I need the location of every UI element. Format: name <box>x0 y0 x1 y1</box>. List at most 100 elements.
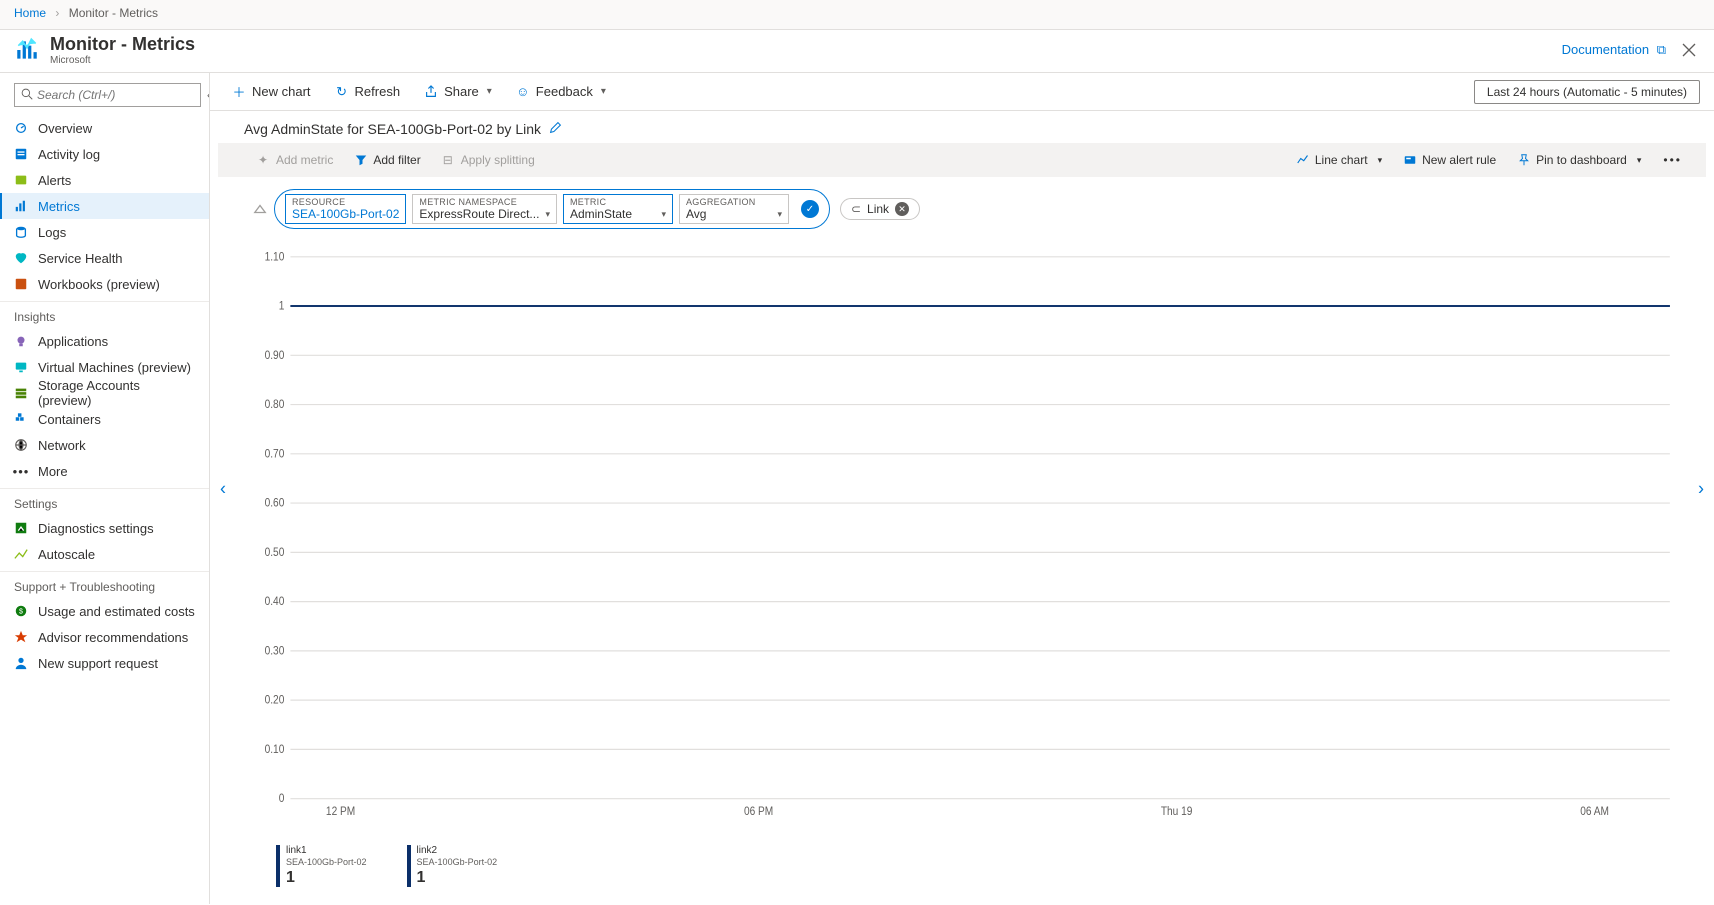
refresh-icon: ↻ <box>335 85 349 99</box>
chevron-down-icon: ▾ <box>545 209 550 220</box>
sidebar-item-new-support-request[interactable]: New support request <box>0 650 209 676</box>
legend-item-link2[interactable]: link2SEA-100Gb-Port-021 <box>407 845 498 887</box>
prev-chart-button[interactable]: ‹ <box>212 470 234 507</box>
more-icon: ••• <box>14 464 28 478</box>
share-button[interactable]: Share ▾ <box>416 80 500 103</box>
add-filter-button[interactable]: Add filter <box>349 149 426 171</box>
split-by-pill[interactable]: ⊂ Link ✕ <box>840 198 920 220</box>
sidebar-item-overview[interactable]: Overview <box>0 115 209 141</box>
line-chart-icon <box>1297 154 1309 166</box>
nav-label: Network <box>38 438 86 453</box>
feedback-icon: ☺ <box>516 85 530 99</box>
search-icon <box>21 88 33 103</box>
pin-icon <box>1518 154 1530 166</box>
svg-text:1.10: 1.10 <box>265 251 285 264</box>
chart-legend: link1SEA-100Gb-Port-021 link2SEA-100Gb-Po… <box>260 837 1680 897</box>
svg-text:$: $ <box>19 609 23 616</box>
sidebar-item-more[interactable]: ••• More <box>0 458 209 484</box>
remove-split-button[interactable]: ✕ <box>895 202 909 216</box>
metrics-icon <box>14 199 28 213</box>
blade-subtitle: Microsoft <box>50 55 1562 66</box>
line-chart: 00.100.200.300.400.500.600.700.800.9011.… <box>260 245 1680 834</box>
main-pane: ＋ New chart ↻ Refresh Share ▾ ☺ Feedback… <box>210 73 1714 904</box>
sidebar-item-virtual-machines-preview-[interactable]: Virtual Machines (preview) <box>0 354 209 380</box>
sidebar-item-metrics[interactable]: Metrics <box>0 193 209 219</box>
edit-title-button[interactable] <box>549 121 562 137</box>
pin-button[interactable]: Pin to dashboard ▾ <box>1512 149 1647 171</box>
svg-text:0.50: 0.50 <box>265 546 285 559</box>
nav-label: Logs <box>38 225 66 240</box>
sidebar-item-activity-log[interactable]: Activity log <box>0 141 209 167</box>
nav-label: Containers <box>38 412 101 427</box>
new-chart-button[interactable]: ＋ New chart <box>224 80 319 103</box>
svg-text:0: 0 <box>279 793 285 806</box>
search-input[interactable] <box>37 88 194 102</box>
next-chart-button[interactable]: › <box>1690 470 1712 507</box>
blade-header: Monitor - Metrics Microsoft Documentatio… <box>0 30 1714 73</box>
storage-icon <box>14 386 28 400</box>
svg-text:Thu 19: Thu 19 <box>1161 806 1193 819</box>
nav-label: Alerts <box>38 173 71 188</box>
sidebar: « OverviewActivity logAlertsMetricsLogsS… <box>0 73 210 904</box>
sidebar-item-diagnostics-settings[interactable]: Diagnostics settings <box>0 515 209 541</box>
aggregation-selector[interactable]: AGGREGATION Avg▾ <box>679 194 789 224</box>
support-icon <box>14 656 28 670</box>
breadcrumb-home[interactable]: Home <box>14 6 46 20</box>
chevron-down-icon: ▾ <box>777 209 782 220</box>
sidebar-item-autoscale[interactable]: Autoscale <box>0 541 209 567</box>
nav-label: Applications <box>38 334 108 349</box>
feedback-button[interactable]: ☺ Feedback ▾ <box>508 80 614 103</box>
svg-text:0.10: 0.10 <box>265 743 285 756</box>
chevron-down-icon: ▾ <box>661 209 666 220</box>
nav-label: Metrics <box>38 199 80 214</box>
breadcrumb-separator: › <box>55 6 59 20</box>
metric-selector[interactable]: METRIC AdminState▾ <box>563 194 673 224</box>
search-box[interactable] <box>14 83 201 107</box>
sidebar-item-advisor-recommendations[interactable]: Advisor recommendations <box>0 624 209 650</box>
documentation-link[interactable]: Documentation ⧉ <box>1562 42 1666 58</box>
nav-label: More <box>38 464 68 479</box>
nav-label: Storage Accounts (preview) <box>38 378 195 408</box>
resource-selector[interactable]: RESOURCE SEA-100Gb-Port-02 <box>285 194 406 224</box>
more-options-button[interactable]: ••• <box>1657 149 1688 171</box>
svg-text:0.80: 0.80 <box>265 398 285 411</box>
new-alert-button[interactable]: New alert rule <box>1398 149 1502 171</box>
apply-splitting-button[interactable]: ⊟ Apply splitting <box>437 149 541 171</box>
support-header: Support + Troubleshooting <box>0 571 209 598</box>
nav-label: New support request <box>38 656 158 671</box>
settings-header: Settings <box>0 488 209 515</box>
time-range-button[interactable]: Last 24 hours (Automatic - 5 minutes) <box>1474 80 1700 104</box>
nav-label: Activity log <box>38 147 100 162</box>
sidebar-item-workbooks-preview-[interactable]: Workbooks (preview) <box>0 271 209 297</box>
sidebar-item-storage-accounts-preview-[interactable]: Storage Accounts (preview) <box>0 380 209 406</box>
sidebar-item-containers[interactable]: Containers <box>0 406 209 432</box>
sidebar-item-applications[interactable]: Applications <box>0 328 209 354</box>
chevron-down-icon: ▾ <box>1378 155 1383 166</box>
external-link-icon: ⧉ <box>1657 42 1666 57</box>
collapse-group-icon[interactable] <box>252 201 268 217</box>
namespace-selector[interactable]: METRIC NAMESPACE ExpressRoute Direct...▾ <box>412 194 557 224</box>
svg-text:0.90: 0.90 <box>265 349 285 362</box>
svg-text:0.60: 0.60 <box>265 497 285 510</box>
close-button[interactable] <box>1678 39 1700 61</box>
add-metric-button[interactable]: ✦ Add metric <box>252 149 339 171</box>
autoscale-icon <box>14 547 28 561</box>
chart-type-button[interactable]: Line chart ▾ <box>1291 149 1388 171</box>
advisor-icon <box>14 630 28 644</box>
alert-icon <box>14 173 28 187</box>
sidebar-item-alerts[interactable]: Alerts <box>0 167 209 193</box>
svg-text:12 PM: 12 PM <box>326 806 355 819</box>
svg-text:0.70: 0.70 <box>265 448 285 461</box>
toolbar: ＋ New chart ↻ Refresh Share ▾ ☺ Feedback… <box>210 73 1714 111</box>
svg-text:1: 1 <box>279 300 285 313</box>
sidebar-item-service-health[interactable]: Service Health <box>0 245 209 271</box>
legend-item-link1[interactable]: link1SEA-100Gb-Port-021 <box>276 845 367 887</box>
chevron-down-icon: ▾ <box>487 86 492 97</box>
monitor-icon <box>14 36 42 64</box>
sidebar-item-logs[interactable]: Logs <box>0 219 209 245</box>
sidebar-item-network[interactable]: Network <box>0 432 209 458</box>
workbooks-icon <box>14 277 28 291</box>
sidebar-item-usage-and-estimated-costs[interactable]: $Usage and estimated costs <box>0 598 209 624</box>
vm-icon <box>14 360 28 374</box>
refresh-button[interactable]: ↻ Refresh <box>327 80 409 103</box>
